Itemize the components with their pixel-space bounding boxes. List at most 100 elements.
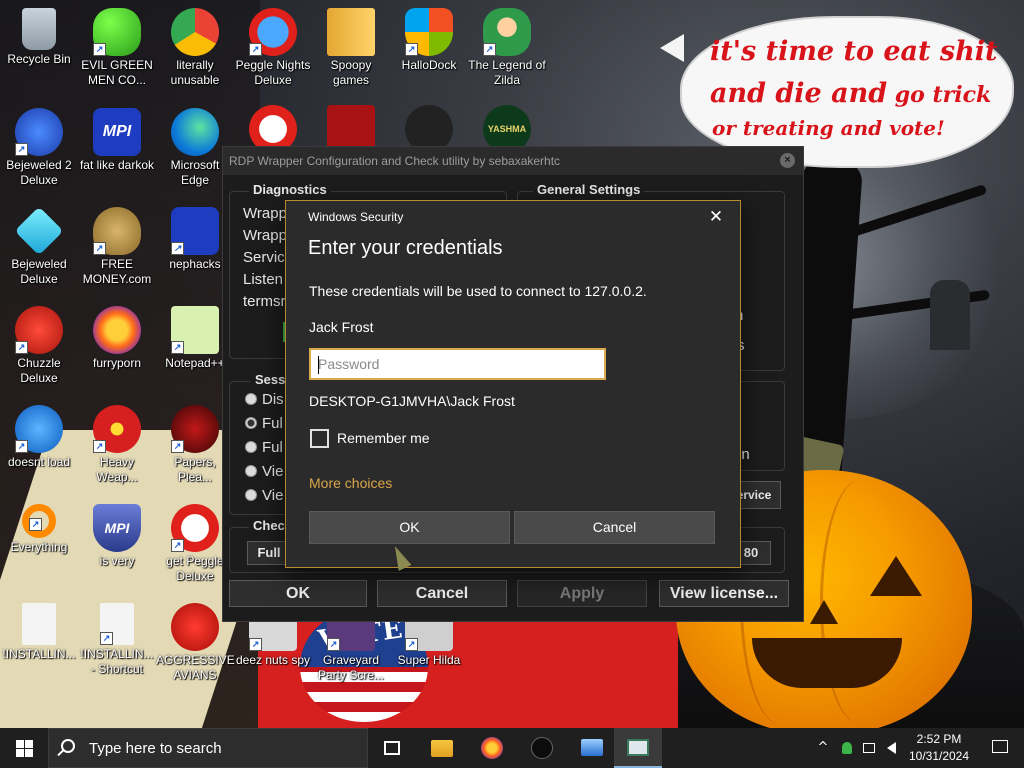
- recycle-bin-icon: [22, 8, 56, 50]
- diagnostics-line: termsr: [243, 293, 286, 310]
- peggle-icon: ↗: [171, 504, 219, 552]
- network-icon[interactable]: [858, 728, 880, 768]
- rdp-cancel-button[interactable]: Cancel: [377, 580, 507, 607]
- rdp-window-title: RDP Wrapper Configuration and Check util…: [229, 154, 561, 168]
- session-radio-option[interactable]: Vie: [245, 463, 283, 480]
- pumpkin-nose: [810, 600, 838, 624]
- radiation-icon: ↗: [93, 405, 141, 453]
- desktop-icon-furryporn[interactable]: furryporn: [78, 306, 156, 371]
- search-icon: [61, 739, 75, 753]
- radio-button: [245, 489, 257, 501]
- tray-overflow-chevron-icon[interactable]: ^: [812, 728, 834, 768]
- radio-button: [245, 465, 257, 477]
- shortcut-arrow-icon: ↗: [93, 440, 106, 453]
- shortcut-arrow-icon: ↗: [249, 43, 262, 56]
- desktop-icon-installing[interactable]: !INSTALLIN...: [0, 603, 78, 662]
- shortcut-arrow-icon: ↗: [15, 143, 28, 156]
- green-men-icon: ↗: [93, 8, 141, 56]
- speech-bubble-line-2a: and die and: [710, 78, 888, 109]
- remember-me-checkbox[interactable]: [310, 429, 329, 448]
- task-view-button[interactable]: [368, 728, 416, 768]
- windows-logo-icon: [16, 740, 33, 757]
- desktop-icon-spoopy-games[interactable]: Spoopy games: [312, 8, 390, 88]
- folder-icon: [327, 8, 375, 56]
- desktop-icon-heavy-weapon[interactable]: ↗ Heavy Weap...: [78, 405, 156, 485]
- remember-me-label[interactable]: Remember me: [337, 430, 430, 446]
- speech-bubble-line-2b: go trick: [887, 82, 992, 108]
- diagnostics-line: Listen: [243, 271, 284, 288]
- taskbar-search-box[interactable]: Type here to search: [48, 728, 368, 768]
- desktop-icon-evil-green-men[interactable]: ↗ EVIL GREEN MEN CO...: [78, 8, 156, 88]
- mpi-logo-icon: ↗: [171, 207, 219, 255]
- shortcut-arrow-icon: ↗: [483, 43, 496, 56]
- notepad-plus-plus-icon: ↗: [171, 306, 219, 354]
- password-input[interactable]: [309, 348, 606, 380]
- desktop-icon-literally-unusable[interactable]: literally unusable: [156, 8, 234, 88]
- diagnostics-line: Wrapp: [243, 227, 287, 244]
- remote-desktop-icon: [581, 739, 603, 756]
- desktop-icon-free-money[interactable]: ↗ FREE MONEY.com: [78, 207, 156, 287]
- speech-bubble-line-3: or treating and vote!: [712, 116, 945, 140]
- rdp-wrapper-icon: [627, 739, 649, 756]
- more-choices-link[interactable]: More choices: [309, 475, 392, 491]
- notification-center-button[interactable]: [980, 728, 1024, 768]
- shortcut-arrow-icon: ↗: [29, 518, 42, 531]
- close-icon[interactable]: ✕: [706, 207, 726, 227]
- desktop-icon-hallodock[interactable]: ↗ HalloDock: [390, 8, 468, 73]
- desktop-icon-chuzzle[interactable]: ↗ Chuzzle Deluxe: [0, 306, 78, 386]
- shortcut-arrow-icon: ↗: [405, 638, 418, 651]
- desktop-icon-fat-like-darkok[interactable]: MPI fat like darkok: [78, 108, 156, 173]
- tray-people-icon[interactable]: [836, 728, 858, 768]
- volume-icon[interactable]: [880, 728, 902, 768]
- taskbar-clock[interactable]: 2:52 PM 10/31/2024: [902, 731, 976, 765]
- taskbar-terminal[interactable]: [518, 728, 566, 768]
- shortcut-arrow-icon: ↗: [100, 632, 113, 645]
- diagnostics-line: Servic: [243, 249, 285, 266]
- speech-bubble-line-1: it's time to eat shit: [710, 36, 998, 67]
- taskbar-firefox[interactable]: [468, 728, 516, 768]
- start-button[interactable]: [0, 728, 48, 768]
- file-explorer-icon: [431, 740, 453, 757]
- session-radio-option[interactable]: Ful: [245, 439, 283, 456]
- rdp-ok-button[interactable]: OK: [229, 580, 367, 607]
- check-title: Chec: [249, 518, 289, 533]
- mpi-logo-icon: MPI: [93, 108, 141, 156]
- papers-please-icon: ↗: [171, 405, 219, 453]
- cancel-button[interactable]: Cancel: [514, 511, 715, 544]
- shortcut-arrow-icon: ↗: [171, 341, 184, 354]
- desktop-icon-bejeweled[interactable]: Bejeweled Deluxe: [0, 206, 78, 287]
- desktop-icon-legend-of-zilda[interactable]: ↗ The Legend of Zilda: [468, 8, 546, 88]
- speech-bubble-tail: [660, 34, 684, 62]
- shortcut-arrow-icon: ↗: [405, 43, 418, 56]
- text-file-icon: ↗: [100, 603, 134, 645]
- taskbar-rdp-wrapper[interactable]: [614, 728, 662, 768]
- close-icon[interactable]: ×: [780, 153, 795, 168]
- desktop-icon-is-very[interactable]: MPI is very: [78, 504, 156, 569]
- rdp-apply-button[interactable]: Apply: [517, 580, 647, 607]
- taskbar-file-explorer[interactable]: [418, 728, 466, 768]
- domain-user-label: DESKTOP-G1JMVHA\Jack Frost: [309, 393, 515, 409]
- view-license-button[interactable]: View license...: [659, 580, 789, 607]
- session-radio-option[interactable]: Dis: [245, 391, 284, 408]
- shortcut-arrow-icon: ↗: [15, 440, 28, 453]
- angry-bird-icon: [171, 603, 219, 651]
- desktop-icon-peggle-nights[interactable]: ↗ Peggle Nights Deluxe: [234, 8, 312, 88]
- rdp-window-titlebar: RDP Wrapper Configuration and Check util…: [223, 147, 803, 175]
- taskbar-remote-desktop[interactable]: [568, 728, 616, 768]
- desktop-icon-installing-shortcut[interactable]: ↗ !INSTALLIN... - Shortcut: [78, 603, 156, 677]
- session-radio-option[interactable]: Vie: [245, 487, 283, 504]
- ok-button[interactable]: OK: [309, 511, 510, 544]
- desktop-icon-recycle-bin[interactable]: Recycle Bin: [0, 8, 78, 67]
- desktop-icon-everything[interactable]: ↗ Everything: [0, 504, 78, 555]
- session-radio-option[interactable]: Ful: [245, 415, 283, 432]
- shortcut-arrow-icon: ↗: [171, 440, 184, 453]
- desktop-icon-bejeweled-2[interactable]: ↗ Bejeweled 2 Deluxe: [0, 108, 78, 188]
- session-title: Sess: [251, 372, 290, 387]
- notification-icon: [992, 740, 1008, 753]
- desktop-icon-doesnt-load[interactable]: ↗ doesnt load: [0, 405, 78, 470]
- chrome-icon: [171, 8, 219, 56]
- diagnostics-title: Diagnostics: [249, 182, 331, 197]
- chuzzle-icon: ↗: [15, 306, 63, 354]
- taskbar: Type here to search ^ 2:52 PM 10/31/2024: [0, 728, 1024, 768]
- text-caret: [318, 356, 319, 374]
